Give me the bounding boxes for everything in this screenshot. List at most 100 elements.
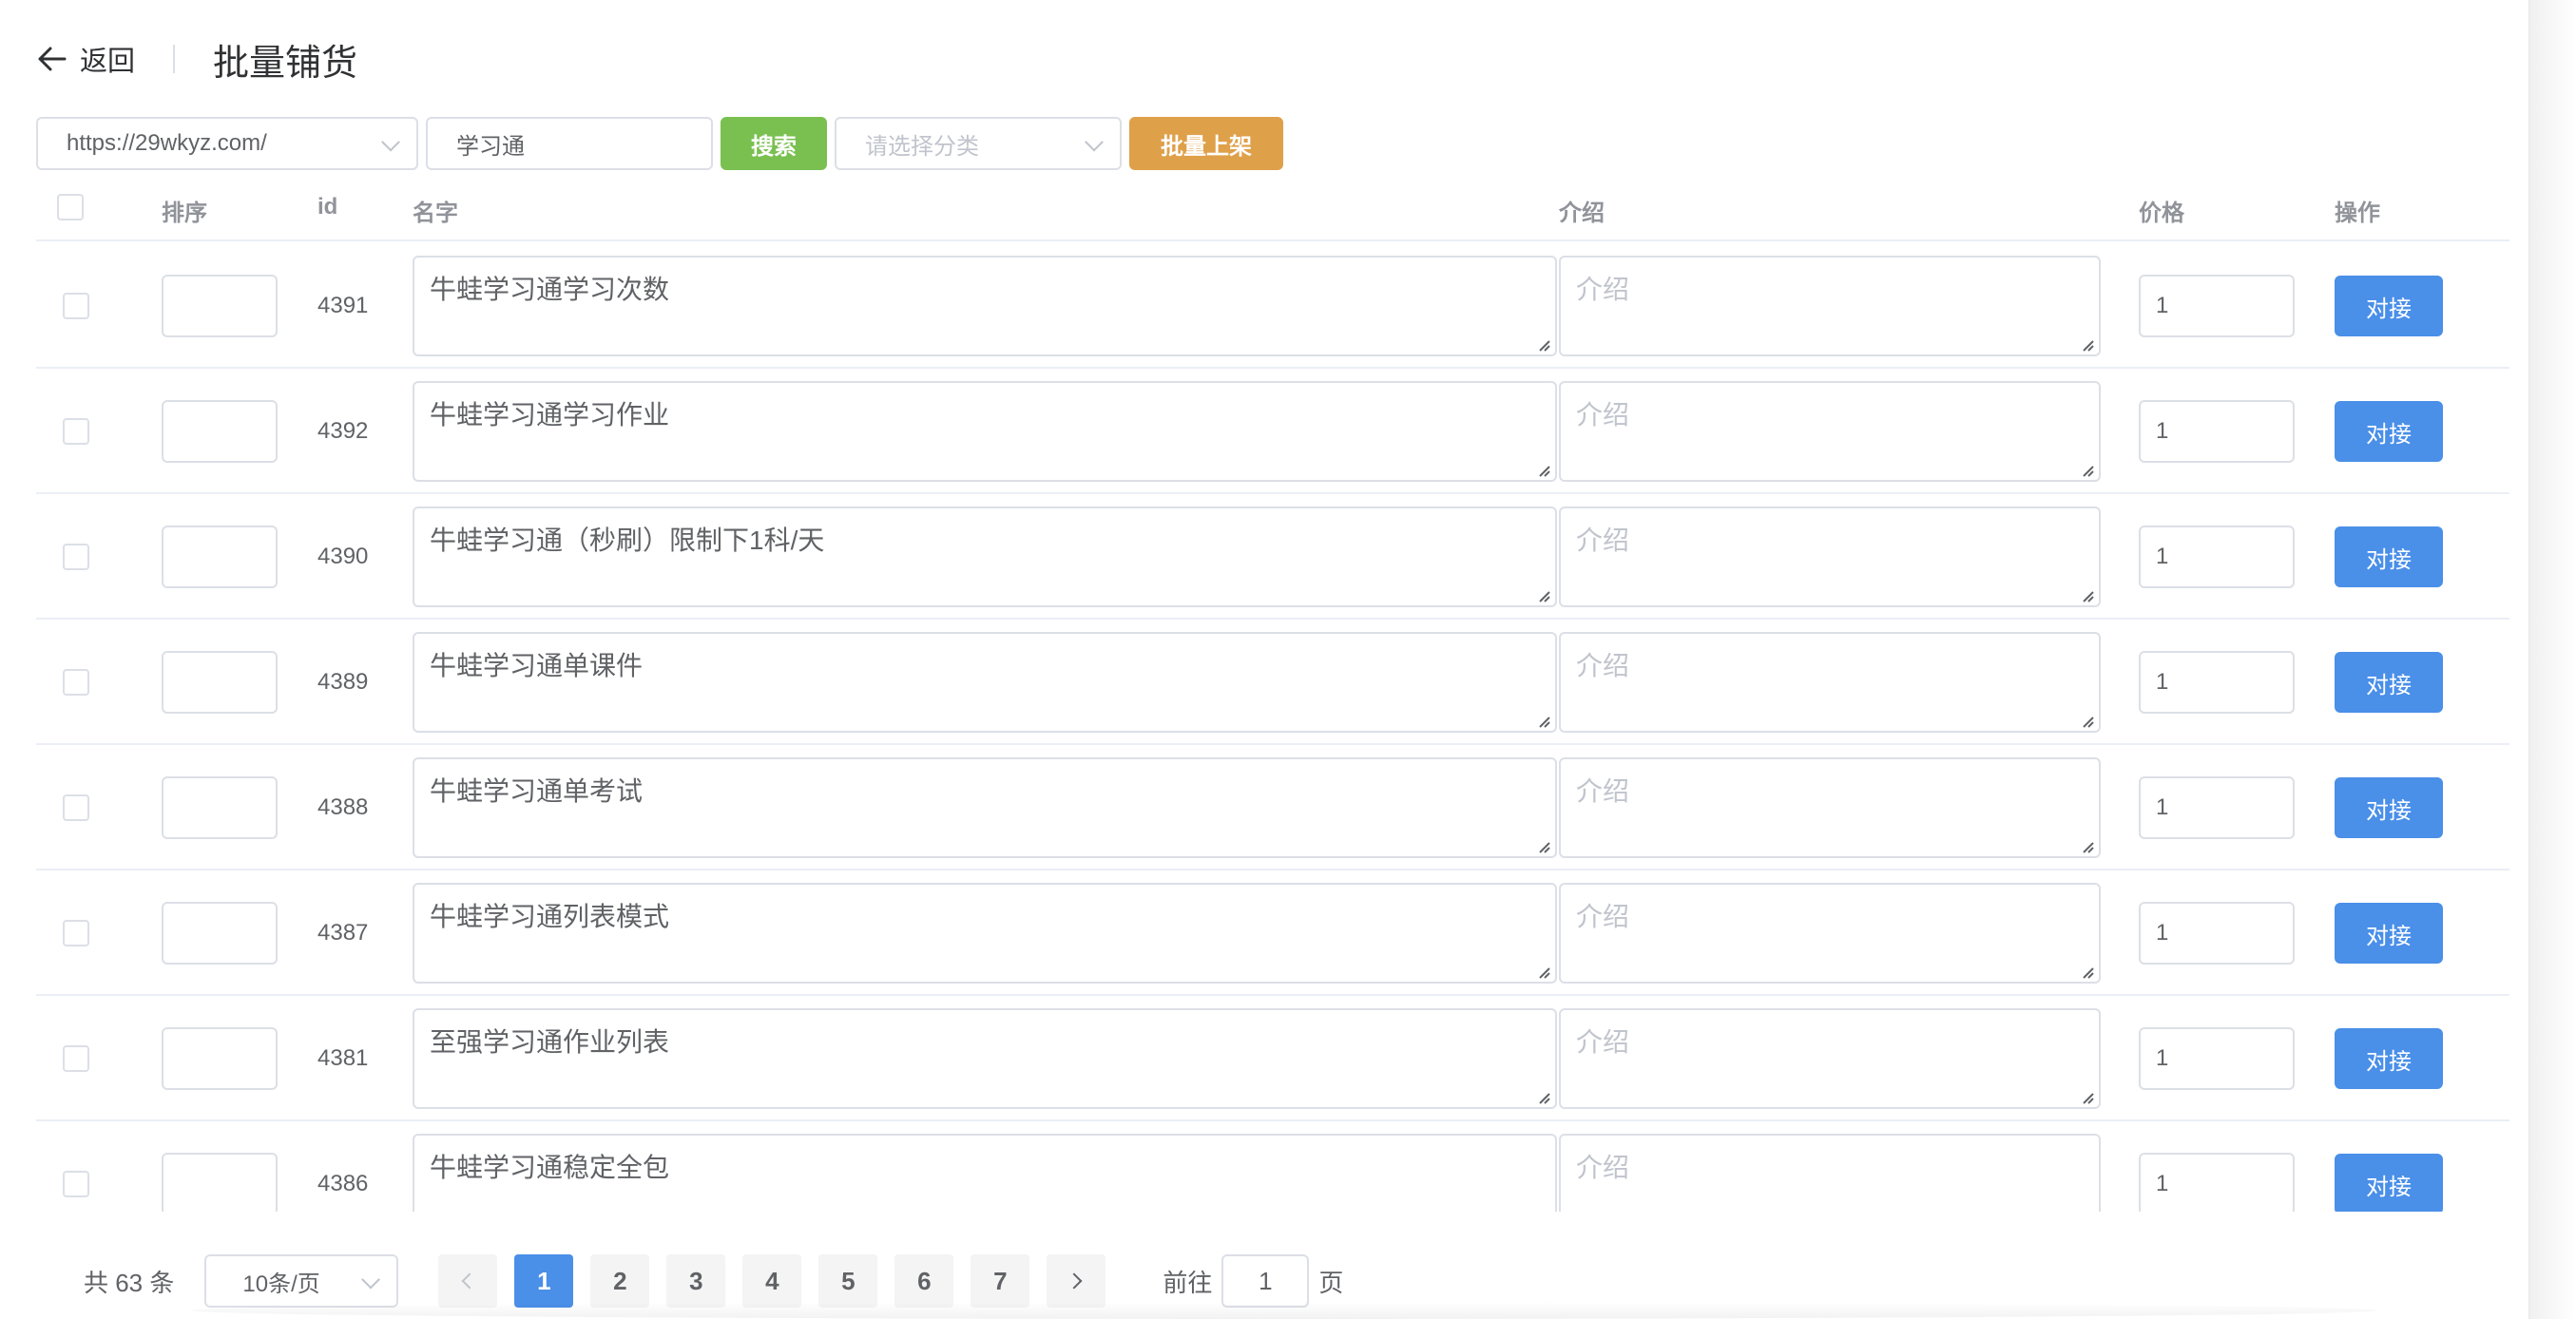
goto-page-input[interactable]: 1: [1221, 1254, 1310, 1308]
row-checkbox[interactable]: [63, 794, 89, 821]
name-textarea[interactable]: 牛蛙学习通学习作业: [413, 381, 1557, 482]
row-checkbox[interactable]: [63, 669, 89, 696]
page-button[interactable]: 5: [818, 1254, 878, 1308]
price-input[interactable]: 1: [2139, 400, 2295, 463]
resize-handle-icon[interactable]: [1534, 335, 1551, 353]
resize-handle-icon[interactable]: [2078, 1088, 2095, 1105]
price-input[interactable]: 1: [2139, 1153, 2295, 1212]
page-button[interactable]: 7: [971, 1254, 1030, 1308]
price-input[interactable]: 1: [2139, 1027, 2295, 1090]
dock-button[interactable]: 对接: [2335, 401, 2443, 462]
price-input[interactable]: 1: [2139, 776, 2295, 839]
page-button[interactable]: 2: [590, 1254, 650, 1308]
row-checkbox[interactable]: [63, 920, 89, 946]
page-list: 1234567: [514, 1254, 1047, 1308]
sort-input[interactable]: [162, 400, 278, 463]
name-textarea[interactable]: 牛蛙学习通单考试: [413, 757, 1557, 858]
header-divider: [173, 45, 176, 73]
back-button[interactable]: 返回: [38, 39, 135, 79]
price-input[interactable]: 1: [2139, 651, 2295, 714]
back-label: 返回: [80, 47, 136, 77]
resize-handle-icon[interactable]: [2078, 586, 2095, 603]
search-button[interactable]: 搜索: [721, 117, 827, 170]
desc-textarea[interactable]: 介绍: [1559, 381, 2101, 482]
bottom-shadow: [190, 1302, 2376, 1319]
dock-button[interactable]: 对接: [2335, 1028, 2443, 1089]
resize-handle-icon[interactable]: [1534, 1088, 1551, 1105]
name-textarea[interactable]: 牛蛙学习通列表模式: [413, 883, 1557, 984]
sort-input[interactable]: [162, 275, 278, 337]
table-row: 4389 牛蛙学习通单课件 介绍 1 对接: [36, 620, 2509, 745]
chevron-down-icon: [1085, 132, 1104, 152]
sort-input[interactable]: [162, 651, 278, 714]
resize-handle-icon[interactable]: [1534, 586, 1551, 603]
sort-input[interactable]: [162, 1153, 278, 1212]
category-select[interactable]: 请选择分类: [835, 117, 1122, 170]
name-textarea[interactable]: 牛蛙学习通单课件: [413, 632, 1557, 733]
row-id: 4392: [317, 418, 369, 444]
chevron-down-icon: [381, 132, 400, 152]
toolbar: https://29wkyz.com/ 搜索 请选择分类 批量上架: [36, 117, 1283, 170]
row-checkbox[interactable]: [63, 418, 89, 445]
desc-textarea[interactable]: 介绍: [1559, 883, 2101, 984]
dock-button[interactable]: 对接: [2335, 777, 2443, 838]
price-input[interactable]: 1: [2139, 902, 2295, 965]
select-all-checkbox[interactable]: [57, 194, 84, 220]
prev-page-button[interactable]: [438, 1254, 498, 1308]
row-checkbox[interactable]: [63, 1045, 89, 1072]
next-page-button[interactable]: [1047, 1254, 1106, 1308]
row-id: 4390: [317, 544, 369, 569]
resize-handle-icon[interactable]: [2078, 335, 2095, 353]
page-button[interactable]: 1: [514, 1254, 574, 1308]
row-id: 4388: [317, 794, 369, 820]
page-size-select[interactable]: 10条/页: [204, 1254, 399, 1308]
desc-textarea[interactable]: 介绍: [1559, 507, 2101, 607]
header-name: 名字: [413, 201, 458, 226]
desc-textarea[interactable]: 介绍: [1559, 1008, 2101, 1109]
resize-handle-icon[interactable]: [1534, 712, 1551, 729]
resize-handle-icon[interactable]: [2078, 712, 2095, 729]
sort-input[interactable]: [162, 776, 278, 839]
desc-textarea[interactable]: 介绍: [1559, 632, 2101, 733]
resize-handle-icon[interactable]: [1534, 963, 1551, 980]
page-button[interactable]: 3: [666, 1254, 726, 1308]
row-checkbox[interactable]: [63, 544, 89, 570]
resize-handle-icon[interactable]: [1534, 837, 1551, 854]
dock-button[interactable]: 对接: [2335, 903, 2443, 964]
batch-list-button[interactable]: 批量上架: [1129, 117, 1283, 170]
resize-handle-icon[interactable]: [2078, 837, 2095, 854]
name-textarea[interactable]: 牛蛙学习通（秒刷）限制下1科/天: [413, 507, 1557, 607]
table-row: 4391 牛蛙学习通学习次数 介绍 1 对接: [36, 243, 2509, 369]
page-button[interactable]: 4: [742, 1254, 802, 1308]
sort-input[interactable]: [162, 902, 278, 965]
table-row: 4386 牛蛙学习通稳定全包 介绍 1 对接: [36, 1121, 2509, 1212]
sort-input[interactable]: [162, 526, 278, 588]
row-id: 4381: [317, 1045, 369, 1071]
desc-textarea[interactable]: 介绍: [1559, 1134, 2101, 1212]
desc-textarea[interactable]: 介绍: [1559, 256, 2101, 356]
price-input[interactable]: 1: [2139, 275, 2295, 337]
keyword-input[interactable]: [426, 117, 713, 170]
desc-textarea[interactable]: 介绍: [1559, 757, 2101, 858]
dock-button[interactable]: 对接: [2335, 526, 2443, 587]
name-textarea[interactable]: 牛蛙学习通稳定全包: [413, 1134, 1557, 1212]
name-textarea[interactable]: 牛蛙学习通学习次数: [413, 256, 1557, 356]
resize-handle-icon[interactable]: [2078, 963, 2095, 980]
sort-input[interactable]: [162, 1027, 278, 1090]
dock-button[interactable]: 对接: [2335, 276, 2443, 336]
page-button[interactable]: 6: [894, 1254, 954, 1308]
site-select[interactable]: https://29wkyz.com/: [36, 117, 418, 170]
row-checkbox[interactable]: [63, 1171, 89, 1197]
price-input[interactable]: 1: [2139, 526, 2295, 588]
table-row: 4381 至强学习通作业列表 介绍 1 对接: [36, 996, 2509, 1121]
pagination: 共 63 条 10条/页 1234567 前往 1 页: [84, 1254, 1343, 1308]
dock-button[interactable]: 对接: [2335, 652, 2443, 713]
dock-button[interactable]: 对接: [2335, 1154, 2443, 1212]
name-textarea[interactable]: 至强学习通作业列表: [413, 1008, 1557, 1109]
resize-handle-icon[interactable]: [2078, 461, 2095, 478]
table-header: 排序 id 名字 介绍 价格 操作: [36, 181, 2509, 241]
row-checkbox[interactable]: [63, 293, 89, 319]
site-select-value: https://29wkyz.com/: [67, 130, 267, 156]
resize-handle-icon[interactable]: [1534, 461, 1551, 478]
table-row: 4392 牛蛙学习通学习作业 介绍 1 对接: [36, 369, 2509, 494]
